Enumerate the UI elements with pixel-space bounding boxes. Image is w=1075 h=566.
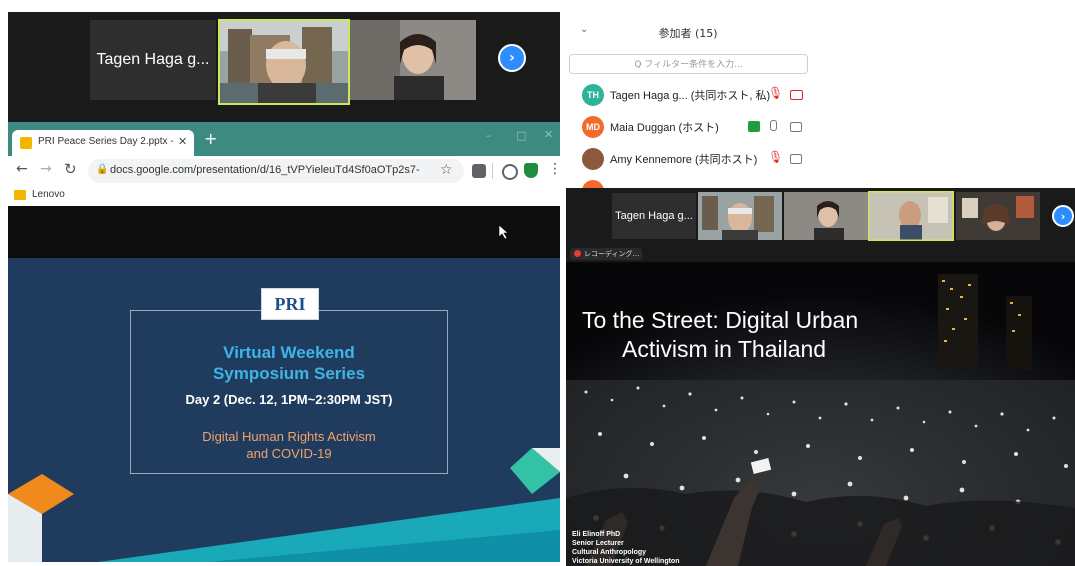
new-tab-button[interactable]: + (204, 131, 217, 147)
participant-name: Tagen Haga g... (615, 210, 693, 222)
recording-label: レコーディング... (584, 250, 640, 258)
address-bar: ← → ↻ 🔒 docs.google.com/presentation/d/1… (8, 156, 562, 186)
tab-strip: PRI Peace Series Day 2.pptx - Go ✕ + – □… (8, 122, 560, 156)
toolbar-divider (492, 163, 493, 179)
reload-icon[interactable]: ↻ (64, 160, 77, 178)
tab-title: PRI Peace Series Day 2.pptx - Go (38, 136, 176, 147)
slide-title: Virtual Weekend Symposium Series (130, 342, 448, 384)
close-tab-icon[interactable]: ✕ (178, 135, 187, 148)
avatar: MD (582, 116, 604, 138)
participant-row-name: Tagen Haga g... (共同ホスト, 私) (610, 90, 771, 102)
back-icon[interactable]: ← (16, 161, 28, 177)
slide-subtitle-line2: and COVID-19 (246, 446, 332, 461)
left-zoom-gallery: Tagen Haga g... › (8, 12, 560, 122)
muted-mic-icon[interactable]: 🎙 (768, 150, 783, 164)
chevron-right-icon: › (1060, 209, 1066, 223)
maximize-icon[interactable]: □ (516, 129, 526, 142)
participant-row[interactable]: Amy Kennemore (共同ホスト) 🎙 (566, 144, 810, 174)
video-tile-speaker[interactable] (218, 19, 350, 105)
browser-tab[interactable]: PRI Peace Series Day 2.pptx - Go ✕ (12, 130, 194, 156)
video-tile-participant[interactable] (784, 192, 868, 240)
video-icon[interactable] (790, 154, 802, 164)
recording-bar: レコーディング... (566, 246, 1075, 262)
forward-icon[interactable]: → (40, 161, 52, 177)
mouse-cursor-icon (498, 224, 509, 240)
menu-icon[interactable]: ⋮ (548, 161, 562, 177)
participant-name-tile[interactable]: Tagen Haga g... (90, 20, 216, 100)
slide-subtitle-line1: Digital Human Rights Activism (202, 429, 376, 444)
slide-title-line2: Symposium Series (212, 364, 366, 383)
participant-row-name: Maia Duggan (ホスト) (610, 122, 719, 134)
browser-window: PRI Peace Series Day 2.pptx - Go ✕ + – □… (8, 122, 562, 207)
video-off-icon[interactable] (790, 90, 803, 100)
slide-date: Day 2 (Dec. 12, 1PM~2:30PM JST) (185, 392, 393, 407)
url-text: docs.google.com/presentation/d/16_tVPYie… (110, 164, 420, 176)
shared-slide: To the Street: Digital Urban Activism in… (566, 262, 1075, 566)
minimize-icon[interactable]: – (486, 129, 492, 142)
muted-mic-icon[interactable]: 🎙 (768, 86, 783, 100)
record-icon (574, 250, 581, 257)
avatar: TH (582, 84, 604, 106)
profile-icon[interactable] (502, 164, 518, 180)
search-placeholder: Q フィルター条件を入力... (634, 60, 743, 70)
video-tile-speaker[interactable] (698, 192, 782, 240)
video-tile-participant[interactable] (350, 20, 476, 100)
slides-icon (20, 137, 32, 149)
extension-icon[interactable] (472, 164, 486, 178)
lock-icon: 🔒 (96, 164, 109, 175)
shield-icon[interactable] (524, 163, 538, 178)
presentation-slide: PRI Virtual Weekend Symposium Series Day… (8, 258, 560, 562)
mic-icon[interactable] (770, 120, 777, 131)
star-icon[interactable]: ☆ (440, 162, 453, 178)
avatar-photo (582, 148, 604, 170)
share-screen-icon (748, 121, 760, 132)
right-zoom-window: Tagen Haga g... › レコーディング... To the Stre… (566, 188, 1075, 566)
participant-row[interactable]: TH Tagen Haga g... (共同ホスト, 私) 🎙 (566, 80, 810, 110)
slide-title-line1: Virtual Weekend (223, 343, 355, 362)
chevron-right-icon: › (509, 50, 515, 66)
participant-video (350, 20, 476, 100)
url-box[interactable]: 🔒 docs.google.com/presentation/d/16_tVPY… (88, 159, 464, 183)
pri-logo-text: PRI (274, 293, 306, 314)
participants-panel: ⌄ 参加者 (15) Q フィルター条件を入力... TH Tagen Haga… (566, 12, 810, 192)
right-zoom-gallery: Tagen Haga g... › (566, 188, 1075, 246)
participant-row-name: Amy Kennemore (共同ホスト) (610, 154, 758, 166)
slide-subtitle: Digital Human Rights Activism and COVID-… (130, 428, 448, 462)
close-window-icon[interactable]: ✕ (544, 128, 553, 141)
participant-name: Tagen Haga g... (96, 51, 210, 68)
credit-name: Eli Elinoff PhD (572, 531, 621, 538)
slide-title: To the Street: Digital Urban Activism in… (582, 306, 942, 364)
slide-title-line1: To the Street: Digital Urban (582, 307, 859, 333)
credit-university: Victoria University of Wellington (572, 558, 680, 565)
participant-row[interactable]: MD Maia Duggan (ホスト) (566, 112, 810, 142)
bookmark-lenovo[interactable]: Lenovo (32, 189, 65, 200)
next-page-button[interactable]: › (1052, 205, 1074, 227)
credit-department: Cultural Anthropology (572, 549, 647, 556)
next-page-button[interactable]: › (498, 44, 526, 72)
video-tile-active[interactable] (868, 191, 954, 241)
slide-title-line2: Activism in Thailand (622, 336, 827, 362)
video-icon[interactable] (790, 122, 802, 132)
video-tile-participant[interactable] (956, 192, 1040, 240)
slide-toolbar-area (8, 206, 560, 258)
participants-header: 参加者 (15) (658, 27, 718, 40)
presenter-credit: Eli Elinoff PhD Senior Lecturer Cultural… (572, 530, 742, 566)
folder-icon (14, 190, 26, 200)
participant-search-input[interactable]: Q フィルター条件を入力... (569, 54, 808, 74)
credit-role: Senior Lecturer (572, 540, 624, 547)
bookmarks-bar: Lenovo (8, 186, 560, 207)
pri-logo: PRI (261, 288, 319, 320)
speaker-video (220, 21, 348, 103)
recording-badge[interactable]: レコーディング... (570, 248, 642, 260)
participant-name-tile[interactable]: Tagen Haga g... (612, 193, 696, 239)
